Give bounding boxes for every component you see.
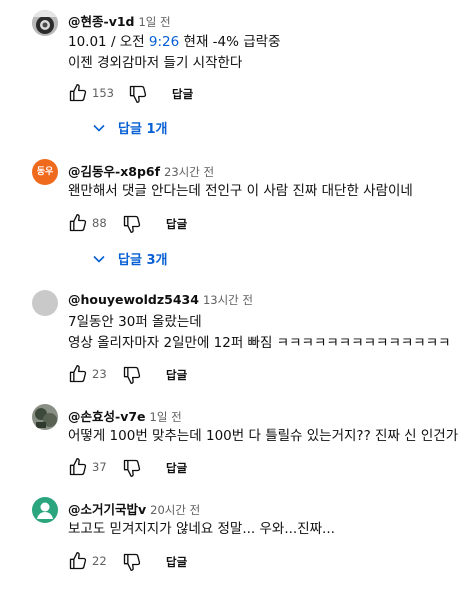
comment-line: 보고도 믿겨지지가 않네요 정말... 우와...진짜... [68, 521, 335, 537]
avatar-image [32, 404, 58, 430]
like-icon[interactable] [68, 457, 88, 477]
view-replies-label: 답글 1개 [118, 122, 168, 137]
author-handle[interactable]: @손효성-v7e [68, 409, 146, 424]
like-count: 153 [92, 86, 114, 100]
dislike-icon[interactable] [122, 458, 142, 478]
comment-time[interactable]: 13시간 전 [203, 293, 253, 307]
chevron-down-icon [93, 124, 105, 132]
author-handle[interactable]: @houyewoldz5434 [68, 292, 199, 307]
avatar[interactable] [32, 497, 58, 523]
comment-text: 왠만해서 댓글 안다는데 전인구 이 사람 진짜 대단한 사람이네 [68, 181, 413, 202]
comment-time[interactable]: 1일 전 [150, 410, 182, 424]
avatar[interactable] [32, 404, 58, 430]
dislike-icon[interactable] [122, 214, 142, 234]
like-count: 22 [92, 554, 107, 568]
comment-line: 10.01 / 오전 9:26 현재 -4% 급락중 [68, 32, 281, 53]
comment-text: 보고도 믿겨지지가 않네요 정말... 우와...진짜... [68, 519, 335, 540]
comment-text-part: 10.01 / 오전 [68, 34, 149, 50]
comment-time[interactable]: 20시간 전 [150, 503, 200, 517]
comment-header: @현종-v1d 1일 전 [68, 11, 171, 30]
comment-actions: 23 답글 [68, 364, 268, 388]
comment-header: @손효성-v7e 1일 전 [68, 406, 182, 425]
comment-line: 어떻게 100번 맞추는데 100번 다 틀릴슈 있는거지?? 진짜 신 인건가 [68, 428, 459, 444]
comment-text-part: 현재 -4% 급락중 [179, 34, 281, 50]
author-handle[interactable]: @현종-v1d [68, 14, 134, 29]
comment-header: @김동우-x8p6f 23시간 전 [68, 161, 214, 180]
reply-button[interactable]: 답글 [166, 460, 187, 476]
dislike-icon[interactable] [122, 365, 142, 385]
avatar[interactable] [32, 290, 58, 316]
view-replies-label: 답글 3개 [118, 253, 168, 268]
like-icon[interactable] [68, 83, 88, 103]
comment-header: @소거기국밥v 20시간 전 [68, 499, 200, 518]
comment-time[interactable]: 1일 전 [138, 15, 170, 29]
author-handle[interactable]: @소거기국밥v [68, 502, 146, 517]
comment-text: 10.01 / 오전 9:26 현재 -4% 급락중 이젠 경외감마저 들기 시… [68, 32, 281, 74]
avatar[interactable]: 동우 [32, 159, 58, 185]
comment-line: 7일동안 30퍼 올랐는데 [68, 314, 202, 330]
comment-text: 어떻게 100번 맞추는데 100번 다 틀릴슈 있는거지?? 진짜 신 인건가 [68, 426, 458, 447]
avatar[interactable] [32, 10, 58, 36]
like-icon[interactable] [68, 213, 88, 233]
comment-actions: 22 답글 [68, 551, 268, 575]
comment-line: 이젠 경외감마저 들기 시작한다 [68, 55, 243, 71]
comment-actions: 153 답글 [68, 83, 268, 107]
reply-button[interactable]: 답글 [172, 86, 193, 102]
author-handle[interactable]: @김동우-x8p6f [68, 164, 160, 179]
comment-header: @houyewoldz5434 13시간 전 [68, 292, 253, 308]
like-icon[interactable] [68, 364, 88, 384]
timestamp-link[interactable]: 9:26 [149, 34, 179, 50]
like-icon[interactable] [68, 551, 88, 571]
reply-button[interactable]: 답글 [166, 367, 187, 383]
avatar-image [32, 10, 58, 36]
reply-button[interactable]: 답글 [166, 216, 187, 232]
like-count: 23 [92, 367, 107, 381]
dislike-icon[interactable] [122, 552, 142, 572]
comment-actions: 37 답글 [68, 457, 268, 481]
comment-line: 왠만해서 댓글 안다는데 전인구 이 사람 진짜 대단한 사람이네 [68, 183, 413, 199]
dislike-icon[interactable] [128, 84, 148, 104]
comment-line: 영상 올리자마자 2일만에 12퍼 빠짐 ㅋㅋㅋㅋㅋㅋㅋㅋㅋㅋㅋㅋㅋㅋ [68, 335, 451, 351]
like-count: 88 [92, 216, 107, 230]
like-count: 37 [92, 460, 107, 474]
chevron-down-icon [93, 255, 105, 263]
person-icon [37, 502, 53, 519]
reply-button[interactable]: 답글 [166, 554, 187, 570]
comment-text: 7일동안 30퍼 올랐는데 영상 올리자마자 2일만에 12퍼 빠짐 ㅋㅋㅋㅋㅋ… [68, 312, 451, 354]
comment-actions: 88 답글 [68, 213, 268, 237]
comment-time[interactable]: 23시간 전 [164, 165, 214, 179]
